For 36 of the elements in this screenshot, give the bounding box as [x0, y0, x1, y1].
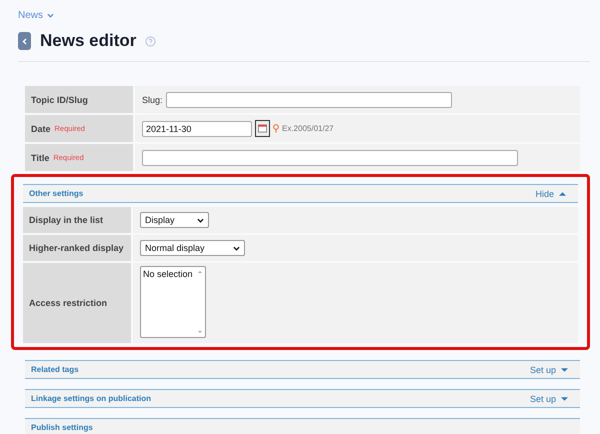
list-box[interactable]: No selection [140, 266, 206, 338]
scroll-arrows-icon [197, 269, 203, 335]
field-label-text: Display in the list [29, 215, 104, 225]
chevron-down-icon [47, 13, 54, 18]
date-format-hint: Ex.2005/01/27 [282, 124, 334, 133]
calendar-icon [258, 124, 267, 133]
dropdown[interactable]: Display [140, 212, 209, 228]
dropdown[interactable]: Normal display [140, 240, 245, 256]
breadcrumb-link[interactable]: News [18, 10, 54, 21]
section-header[interactable]: Linkage settings on publication Set up [25, 389, 580, 408]
section-header[interactable]: Publish settings [25, 418, 580, 434]
title-input[interactable] [142, 150, 518, 166]
section-toggle[interactable]: Hide [535, 188, 566, 198]
caret-down-icon [561, 368, 568, 372]
back-button[interactable] [18, 32, 31, 50]
section-toggle[interactable]: Set up [530, 364, 568, 374]
slug-prefix: Slug: [142, 94, 163, 104]
field-label-text: Higher-ranked display [29, 243, 124, 253]
lightbulb-icon [273, 124, 279, 133]
chevron-down-icon [197, 218, 204, 222]
section-toggle[interactable]: Set up [530, 394, 568, 404]
chevron-down-icon [233, 246, 240, 250]
date-input[interactable]: 2021-11-30 [142, 120, 252, 136]
field-label-text: Access restriction [29, 298, 108, 308]
page-title: News editor [40, 31, 136, 51]
help-icon[interactable] [145, 36, 156, 46]
field-label-text: Topic ID/Slug [31, 94, 88, 104]
caret-up-icon [559, 192, 566, 196]
slug-input[interactable] [166, 92, 452, 108]
section-header[interactable]: Related tags Set up [25, 360, 580, 379]
field-label-text: Title [31, 152, 50, 162]
caret-down-icon [561, 396, 568, 400]
chevron-left-icon [22, 38, 27, 44]
calendar-button[interactable] [255, 120, 270, 137]
section-header[interactable]: Other settings Hide [23, 184, 578, 203]
field-label-text: Date [31, 124, 51, 134]
